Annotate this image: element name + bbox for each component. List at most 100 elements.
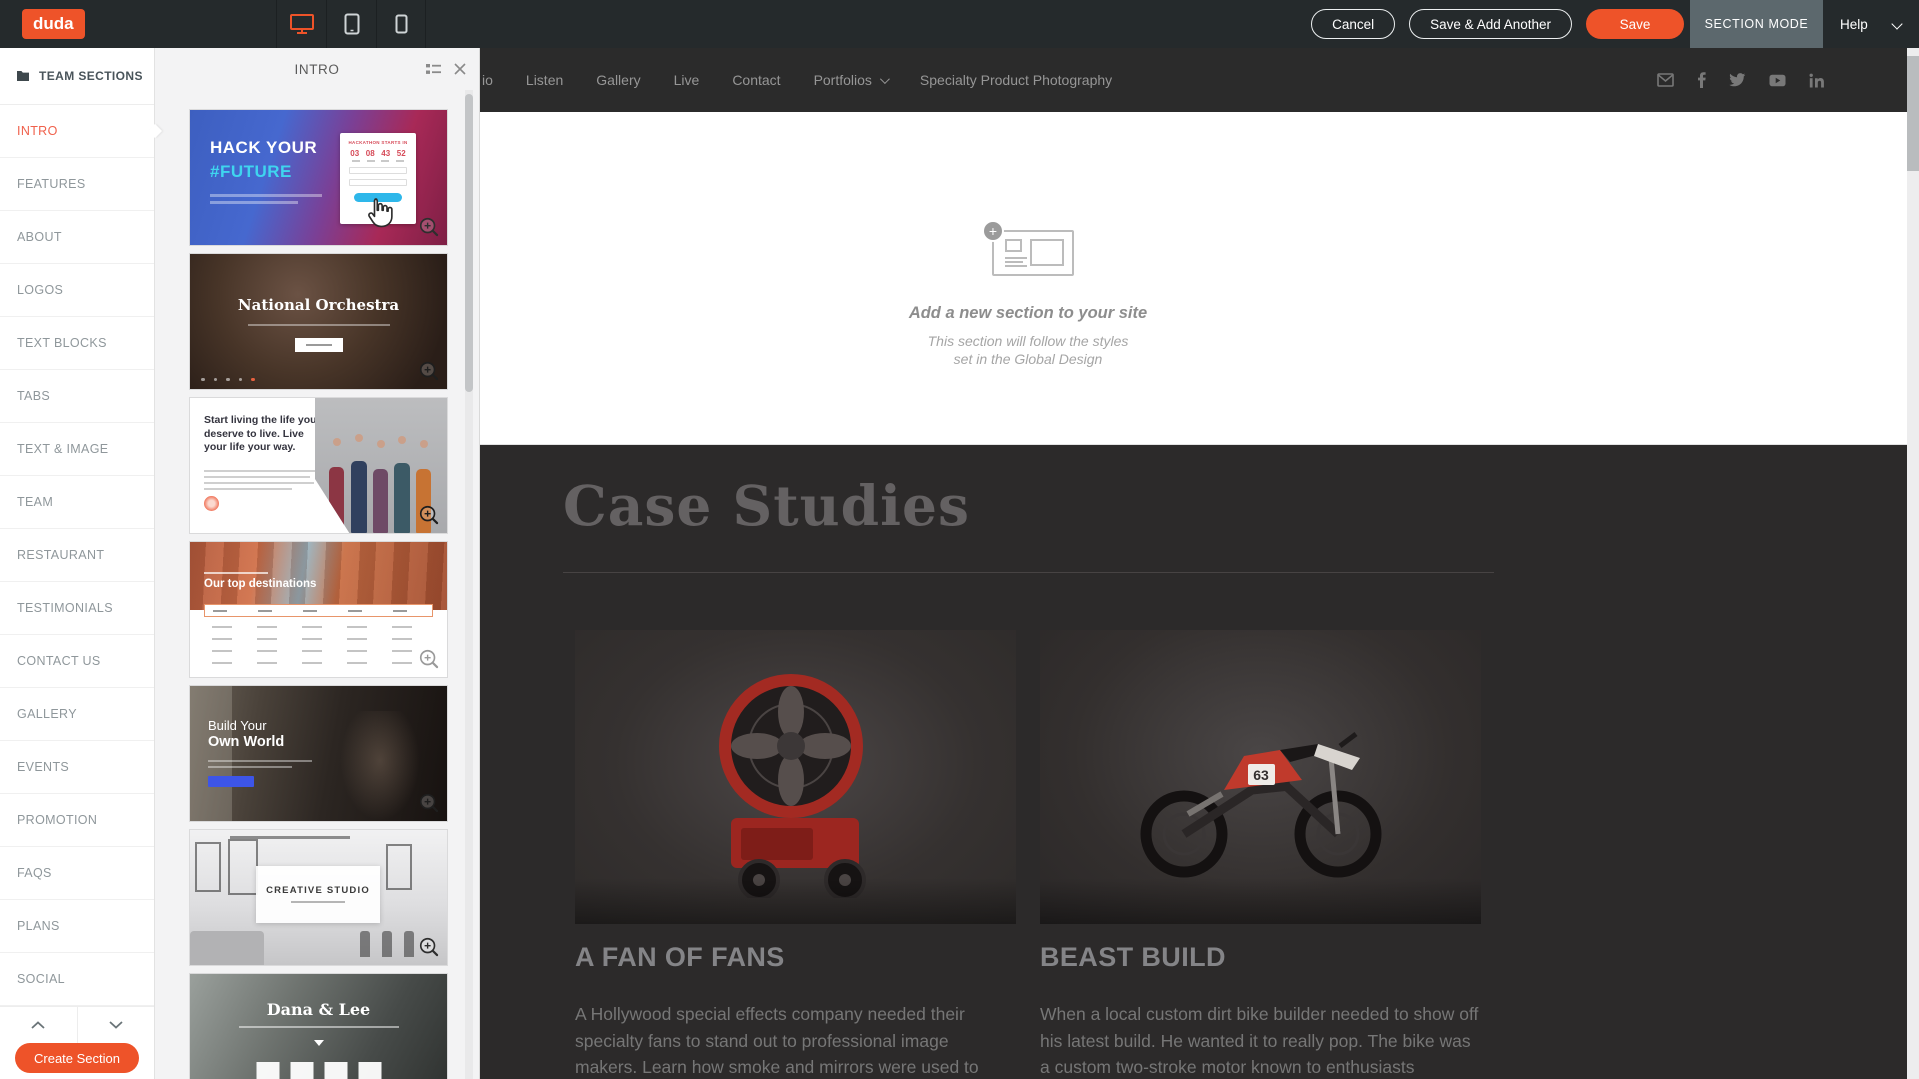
thumb-title: National Orchestra — [190, 296, 447, 314]
topbar: duda Cancel Save & Add Another Save SECT… — [0, 0, 1919, 48]
text-line-placeholder — [291, 901, 345, 903]
help-menu[interactable]: Help — [1823, 0, 1919, 48]
linkedin-icon[interactable] — [1809, 73, 1824, 88]
template-thumbnail-national-orchestra[interactable]: National Orchestra — [190, 254, 447, 389]
chevron-down-icon — [109, 1021, 123, 1029]
device-switcher — [276, 0, 426, 48]
zoom-preview-icon[interactable] — [418, 504, 440, 526]
save-and-add-another-button[interactable]: Save & Add Another — [1409, 9, 1572, 39]
template-thumbnail-build-your-own-world[interactable]: Build Your Own World — [190, 686, 447, 821]
thumb-title-bold: Own World — [208, 734, 284, 750]
thumb-title-accent: #FUTURE — [210, 162, 292, 182]
template-thumbnail-hack-your-future[interactable]: HACK YOUR #FUTURE HACKATHON STARTS IN 03… — [190, 110, 447, 245]
thumb-title: Our top destinations — [204, 578, 316, 590]
cancel-button[interactable]: Cancel — [1311, 9, 1395, 39]
window-frame — [228, 839, 258, 895]
sidebar-item-testimonials[interactable]: TESTIMONIALS — [0, 582, 154, 635]
text-line-icon — [1005, 261, 1023, 263]
text-line-placeholder — [208, 766, 292, 768]
zoom-preview-icon[interactable] — [418, 936, 440, 958]
zoom-preview-icon[interactable] — [418, 648, 440, 670]
create-section-button[interactable]: Create Section — [15, 1043, 139, 1073]
sidebar-item-faqs[interactable]: FAQS — [0, 847, 154, 900]
nav-item-portfolios[interactable]: Portfolios — [814, 72, 887, 88]
template-thumbnail-dana-and-lee[interactable]: Dana & Lee — [190, 974, 447, 1079]
sidebar-item-gallery[interactable]: GALLERY — [0, 688, 154, 741]
nav-item-specialty-product-photography[interactable]: Specialty Product Photography — [920, 72, 1112, 88]
sidebar-item-features[interactable]: FEATURES — [0, 158, 154, 211]
add-section-subtitle: This section will follow the styles set … — [813, 332, 1243, 368]
page-scrollbar-track[interactable] — [1907, 48, 1919, 1079]
subtitle-line: This section will follow the styles — [813, 332, 1243, 350]
case-study-card-bike: 63 BEAST BUILD When a local custom dirt … — [1040, 630, 1481, 1079]
zoom-preview-icon[interactable] — [418, 360, 440, 382]
close-icon[interactable] — [453, 62, 467, 76]
nav-item-listen[interactable]: Listen — [526, 72, 563, 88]
table-row-placeholder — [212, 650, 425, 652]
sidebar-item-text-blocks[interactable]: TEXT BLOCKS — [0, 317, 154, 370]
overlay-card: CREATIVE STUDIO — [256, 866, 380, 923]
nav-item-contact[interactable]: Contact — [732, 72, 780, 88]
sidebar-item-label: FEATURES — [17, 177, 86, 191]
image-placeholder-icon — [1005, 239, 1022, 252]
sidebar-item-plans[interactable]: PLANS — [0, 900, 154, 953]
sidebar-item-label: LOGOS — [17, 283, 63, 297]
sofa-shape — [190, 931, 264, 965]
template-thumbnail-top-destinations[interactable]: Our top destinations — [190, 542, 447, 677]
sidebar-item-events[interactable]: EVENTS — [0, 741, 154, 794]
twitter-icon[interactable] — [1729, 73, 1746, 87]
sidebar-item-tabs[interactable]: TABS — [0, 370, 154, 423]
youtube-icon[interactable] — [1769, 74, 1786, 87]
sidebar-item-about[interactable]: ABOUT — [0, 211, 154, 264]
sidebar-item-intro[interactable]: INTRO — [0, 105, 154, 158]
page-scrollbar-thumb[interactable] — [1907, 56, 1919, 171]
template-thumbnail-start-living[interactable]: Start living the life you deserve to liv… — [190, 398, 447, 533]
case-studies-section: Case Studies — [480, 445, 1919, 1079]
sidebar-item-logos[interactable]: LOGOS — [0, 264, 154, 317]
grid-view-icon[interactable] — [425, 62, 442, 76]
tablet-view-button[interactable] — [326, 0, 376, 48]
intro-templates-panel: INTRO HACK YOUR #FUTURE HACKATHON STARTS… — [155, 48, 480, 1079]
sidebar-item-promotion[interactable]: PROMOTION — [0, 794, 154, 847]
figure-head — [333, 438, 341, 446]
sidebar-item-restaurant[interactable]: RESTAURANT — [0, 529, 154, 582]
zoom-preview-icon[interactable] — [418, 792, 440, 814]
sidebar-item-social[interactable]: SOCIAL — [0, 953, 154, 1006]
save-button[interactable]: Save — [1586, 9, 1684, 39]
nav-item-gallery[interactable]: Gallery — [596, 72, 640, 88]
email-icon[interactable] — [1657, 73, 1674, 87]
zoom-preview-icon[interactable] — [418, 216, 440, 238]
template-thumbnail-creative-studio[interactable]: CREATIVE STUDIO — [190, 830, 447, 965]
desktop-view-button[interactable] — [276, 0, 326, 48]
fan-photo — [575, 630, 1016, 924]
duda-logo[interactable]: duda — [22, 9, 85, 39]
countdown-value: 43 — [381, 149, 390, 158]
figure — [394, 463, 410, 533]
nav-item-live[interactable]: Live — [674, 72, 700, 88]
panel-scrollbar-thumb[interactable] — [465, 94, 473, 392]
button-placeholder — [295, 338, 343, 352]
subtitle-line: set in the Global Design — [813, 350, 1243, 368]
mobile-view-button[interactable] — [376, 0, 426, 48]
case-study-cards: A FAN OF FANS A Hollywood special effect… — [575, 630, 1481, 1079]
nav-item-label: Portfolios — [814, 72, 872, 88]
sidebar-item-text-and-image[interactable]: TEXT & IMAGE — [0, 423, 154, 476]
add-section-placeholder[interactable]: + Add a new section to your site This se… — [813, 220, 1243, 368]
chair-shape — [404, 931, 414, 957]
sidebar-item-contact-us[interactable]: CONTACT US — [0, 635, 154, 688]
scroll-down-button[interactable] — [78, 1007, 155, 1043]
text-line-placeholder — [210, 194, 322, 197]
button-placeholder — [208, 776, 254, 787]
sidebar-item-label: RESTAURANT — [17, 548, 104, 562]
thumb-title: Start living the life you deserve to liv… — [204, 414, 328, 455]
countdown-value: 03 — [350, 149, 359, 158]
chair-shape — [382, 931, 392, 957]
chevron-down-icon — [1891, 18, 1902, 29]
facebook-icon[interactable] — [1697, 72, 1706, 88]
thumb-title: Dana & Lee — [190, 1000, 447, 1019]
mobile-icon — [395, 14, 408, 34]
sidebar-item-team[interactable]: TEAM — [0, 476, 154, 529]
nav-item[interactable]: io — [482, 72, 493, 88]
scroll-up-button[interactable] — [0, 1007, 78, 1043]
table-row-placeholder — [212, 638, 425, 640]
